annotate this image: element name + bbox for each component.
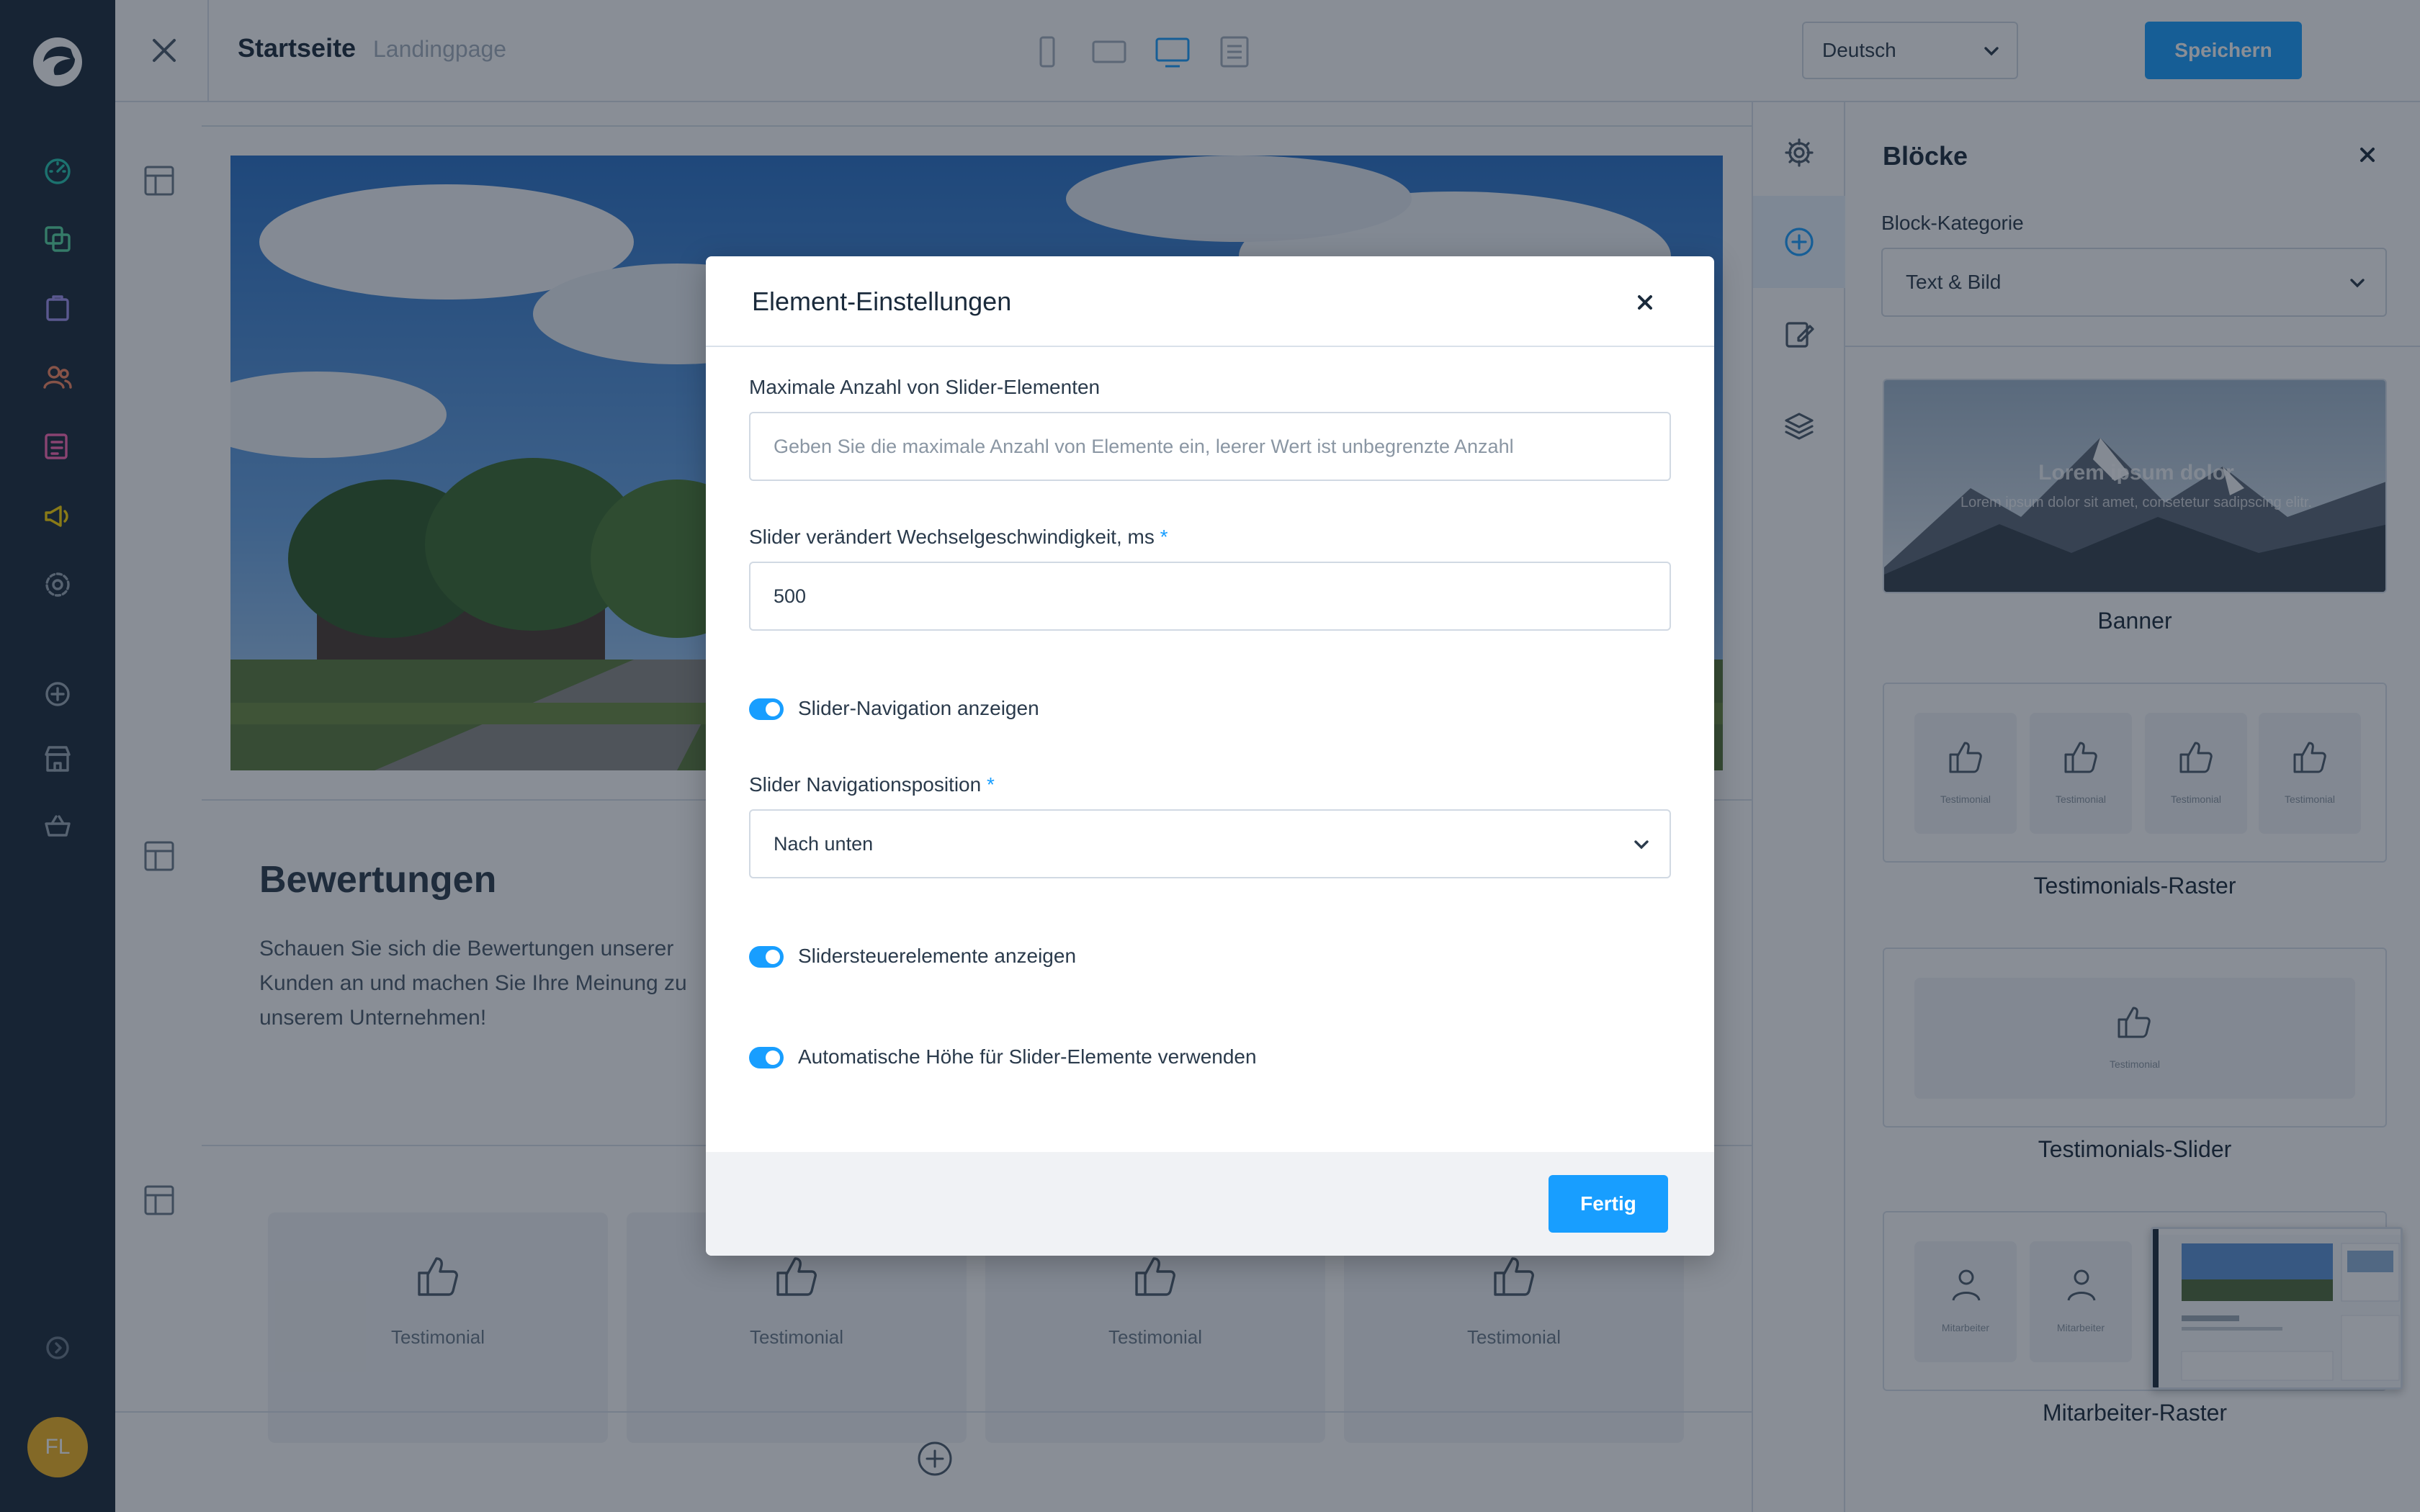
autoheight-toggle-label: Automatische Höhe für Slider-Elemente ve… — [798, 1045, 1257, 1068]
required-marker: * — [986, 773, 995, 796]
speed-label-text: Slider verändert Wechselgeschwindigkeit,… — [749, 526, 1155, 548]
navigation-toggle-label: Slider-Navigation anzeigen — [798, 697, 1039, 719]
required-marker: * — [1160, 526, 1168, 548]
done-button[interactable]: Fertig — [1549, 1175, 1668, 1233]
speed-value: 500 — [774, 585, 807, 607]
chevron-down-icon — [1634, 840, 1649, 850]
nav-position-value: Nach unten — [774, 832, 874, 855]
navigation-toggle[interactable] — [749, 698, 784, 720]
controls-toggle[interactable] — [749, 946, 784, 968]
nav-position-label: Slider Navigationsposition * — [749, 773, 995, 796]
element-settings-modal: Element-Einstellungen Maximale Anzahl vo… — [706, 256, 1714, 1256]
max-items-label: Maximale Anzahl von Slider-Elementen — [749, 376, 1101, 398]
max-items-input[interactable]: Geben Sie die maximale Anzahl von Elemen… — [749, 412, 1671, 481]
nav-position-label-text: Slider Navigationsposition — [749, 773, 982, 796]
close-icon[interactable] — [1635, 292, 1655, 312]
modal-footer: Fertig — [706, 1152, 1714, 1256]
nav-position-select[interactable]: Nach unten — [749, 809, 1671, 878]
autoheight-toggle[interactable] — [749, 1047, 784, 1068]
modal-title: Element-Einstellungen — [752, 287, 1012, 316]
modal-header: Element-Einstellungen — [706, 256, 1714, 347]
controls-toggle-label: Slidersteuerelemente anzeigen — [798, 945, 1077, 967]
max-items-placeholder: Geben Sie die maximale Anzahl von Elemen… — [774, 435, 1514, 457]
speed-input[interactable]: 500 — [749, 562, 1671, 631]
speed-label: Slider verändert Wechselgeschwindigkeit,… — [749, 526, 1168, 549]
